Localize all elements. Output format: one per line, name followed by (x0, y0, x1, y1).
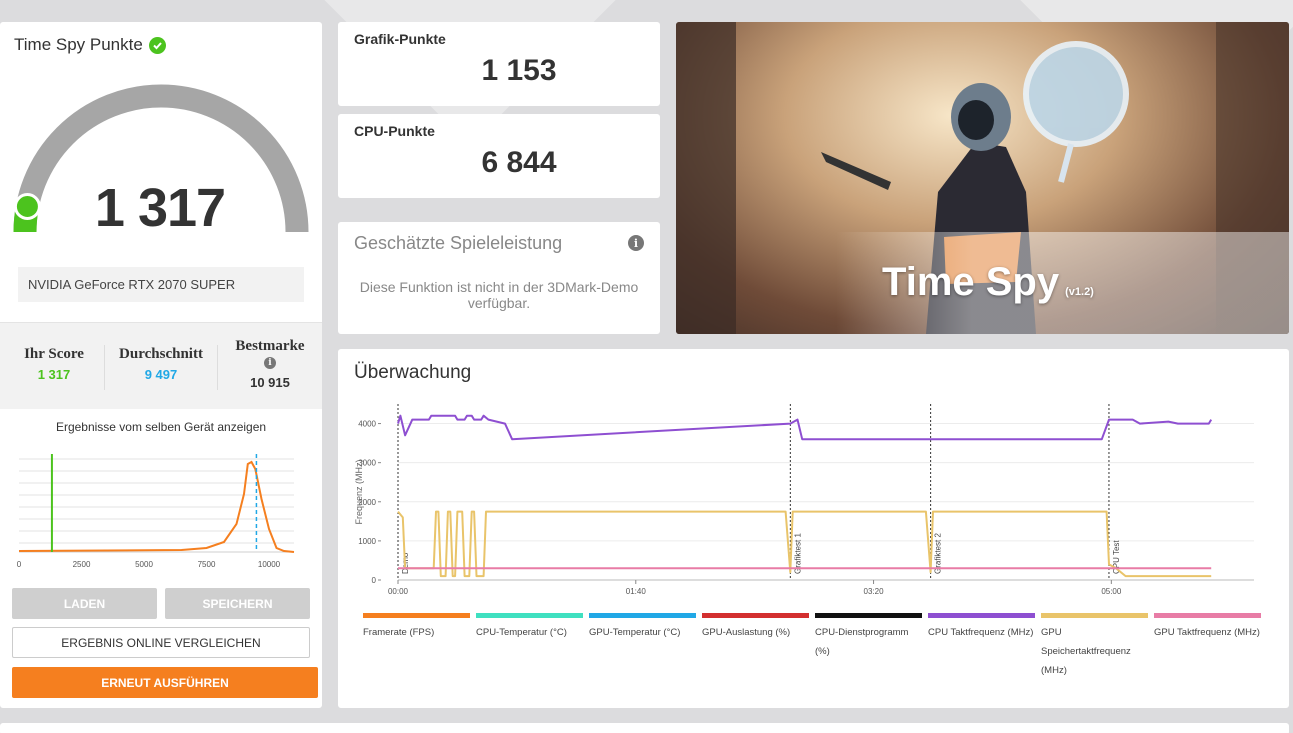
y-tick-label: 1000 (358, 537, 376, 546)
series-line (397, 414, 1213, 441)
x-tick-label: 01:40 (626, 587, 647, 596)
cpu-score-box: CPU-Punkte 6 844 (338, 114, 660, 198)
stat-average-value: 9 497 (144, 367, 178, 382)
legend-item[interactable]: GPU Speichertaktfrequenz (MHz) (1041, 613, 1150, 680)
legend-item[interactable]: GPU-Auslastung (%) (702, 613, 811, 642)
stat-best-value: 10 915 (250, 375, 290, 390)
x-tick-label: 05:00 (1101, 587, 1122, 596)
legend-item[interactable]: Framerate (FPS) (363, 613, 472, 642)
y-tick-label: 0 (372, 576, 377, 585)
benchmark-version: (v1.2) (1065, 286, 1094, 298)
hero-portal-frame (1023, 41, 1129, 147)
legend-swatch (815, 613, 922, 618)
legend-label: GPU-Auslastung (%) (702, 627, 791, 638)
legend-label: CPU-Temperatur (°C) (476, 627, 567, 638)
score-title-text: Time Spy Punkte (14, 35, 143, 54)
compare-online-button[interactable]: ERGEBNIS ONLINE VERGLEICHEN (12, 627, 310, 658)
legend-item[interactable]: GPU Taktfrequenz (MHz) (1154, 613, 1263, 642)
legend-swatch (928, 613, 1035, 618)
legend-label: GPU-Temperatur (°C) (589, 627, 681, 638)
hero-portal-handle (1058, 143, 1074, 183)
legend-label: CPU-Dienstprogramm (%) (815, 627, 909, 657)
info-icon[interactable]: i (628, 235, 644, 251)
legend-swatch (702, 613, 809, 618)
histogram-tick-label: 5000 (135, 560, 153, 569)
graphics-score-label: Grafik-Punkte (354, 31, 446, 47)
legend-item[interactable]: GPU-Temperatur (°C) (589, 613, 698, 642)
game-performance-box: Geschätzte Spieleleistung i Diese Funkti… (338, 222, 660, 334)
legend-swatch (363, 613, 470, 618)
hero-figure-visor (958, 100, 994, 140)
legend-swatch (1154, 613, 1261, 618)
hero-gun (821, 152, 891, 190)
histogram-tick-label: 0 (17, 560, 22, 569)
histogram-tick-label: 10000 (258, 560, 281, 569)
series-line (397, 510, 1212, 578)
score-histogram: 0 2500 5000 7500 10000 (17, 454, 295, 569)
legend-swatch (589, 613, 696, 618)
stat-your-label: Ihr Score (24, 346, 84, 362)
gpu-name: NVIDIA GeForce RTX 2070 SUPER (18, 267, 304, 302)
benchmark-title-text: Time Spy (882, 260, 1060, 304)
score-panel: Time Spy Punkte 1 317 NVIDIA GeForce RTX… (0, 22, 322, 708)
histogram-tick-label: 2500 (73, 560, 91, 569)
divider (217, 345, 218, 390)
legend-swatch (1041, 613, 1148, 618)
benchmark-hero-image: Time Spy (v1.2) (676, 22, 1289, 334)
stat-average-label: Durchschnitt (119, 346, 203, 362)
legend-item[interactable]: CPU-Temperatur (°C) (476, 613, 585, 642)
stat-your-score: Ihr Score 1 317 (14, 346, 94, 382)
legend-label: CPU Taktfrequenz (MHz) (928, 627, 1034, 638)
chart-legend: Framerate (FPS) CPU-Temperatur (°C) GPU-Te… (363, 613, 1268, 683)
histogram-tick-label: 7500 (198, 560, 216, 569)
y-tick-label: 4000 (358, 420, 376, 429)
y-axis-label: Frequenz (MHz) (354, 459, 364, 524)
score-title: Time Spy Punkte (14, 35, 166, 55)
same-device-link[interactable]: Ergebnisse vom selben Gerät anzeigen (0, 420, 322, 434)
graphics-score-box: Grafik-Punkte 1 153 (338, 22, 660, 106)
legend-label: GPU Speichertaktfrequenz (MHz) (1041, 627, 1131, 676)
info-icon[interactable]: i (264, 357, 276, 369)
score-stats: Ihr Score 1 317 Durchschnitt 9 497 Bestm… (0, 322, 322, 409)
monitoring-chart: 0100020003000400000:00 01:40 03:20 05:00Fre… (354, 404, 1254, 596)
legend-swatch (476, 613, 583, 618)
total-score: 1 317 (94, 178, 226, 238)
monitoring-title: Überwachung (354, 362, 472, 383)
legend-label: GPU Taktfrequenz (MHz) (1154, 627, 1260, 638)
cpu-score-label: CPU-Punkte (354, 123, 435, 139)
x-tick-label: 00:00 (388, 587, 409, 596)
legend-item[interactable]: CPU-Dienstprogramm (%) (815, 613, 924, 661)
save-button[interactable]: SPEICHERN (165, 588, 310, 619)
stat-best: Bestmarke i 10 915 (222, 338, 318, 390)
check-icon (148, 36, 166, 54)
load-button[interactable]: LADEN (12, 588, 157, 619)
divider (104, 345, 105, 390)
rerun-button[interactable]: ERNEUT AUSFÜHREN (12, 667, 318, 698)
bottom-panel (0, 723, 1289, 733)
x-tick-label: 03:20 (864, 587, 885, 596)
cpu-score-value: 6 844 (481, 146, 557, 179)
stat-average: Durchschnitt 9 497 (110, 346, 212, 382)
gauge-knob (13, 193, 41, 220)
stat-your-value: 1 317 (37, 367, 71, 382)
monitoring-panel: Überwachung 0 1000 2000 3000 4000 00:00 01:40 0… (338, 349, 1289, 708)
graphics-score-value: 1 153 (481, 54, 557, 87)
game-performance-title: Geschätzte Spieleleistung (354, 233, 563, 253)
stat-best-label: Bestmarke (235, 338, 305, 354)
benchmark-title: Time Spy (v1.2) (882, 260, 1094, 305)
legend-label: Framerate (FPS) (363, 627, 435, 638)
hero-column-left (676, 22, 736, 334)
game-performance-message: Diese Funktion ist nicht in der 3DMark-D… (359, 279, 639, 311)
legend-item[interactable]: CPU Taktfrequenz (MHz) (928, 613, 1037, 642)
